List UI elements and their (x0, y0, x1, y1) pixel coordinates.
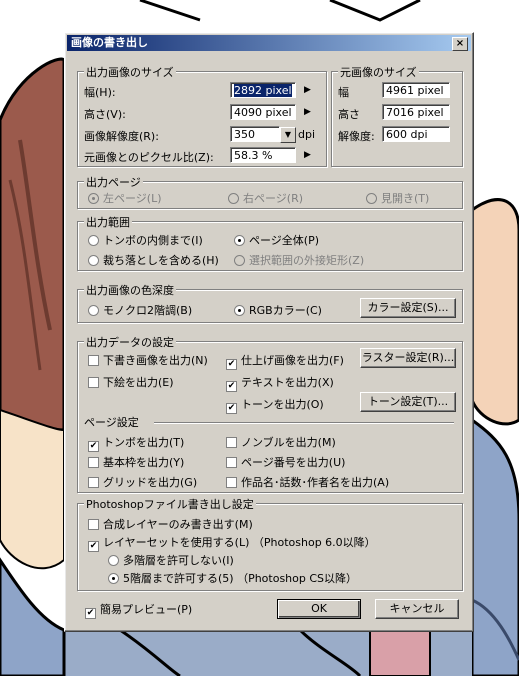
radio-inside-trim[interactable]: トンボの内側まで(I) (88, 232, 203, 248)
source-size-label: 元画像のサイズ (338, 64, 419, 80)
arrow-right-icon[interactable]: ▶ (304, 85, 311, 95)
check-layer-sets[interactable]: ✔ レイヤーセットを使用する(L) （Photoshop 6.0以降） (88, 534, 376, 552)
output-size-label: 出力画像のサイズ (84, 64, 176, 80)
output-width-label: 幅(H): (84, 86, 116, 99)
checkbox-checked-icon: ✔ (226, 403, 237, 414)
arrow-right-icon[interactable]: ▶ (304, 150, 311, 160)
check-draft[interactable]: 下書き画像を出力(N) (88, 352, 208, 368)
output-width-field[interactable]: 2892 pixel (230, 82, 296, 98)
radio-selection-rect[interactable]: 選択範囲の外接矩形(Z) (234, 252, 364, 268)
output-range-group: 出力範囲 トンボの内側まで(I) ページ全体(P) 裁ち落としを含める(H) 選… (77, 214, 463, 271)
dialog-titlebar[interactable]: 画像の書き出し × (67, 35, 471, 51)
cancel-button[interactable]: キャンセル (375, 599, 459, 619)
output-page-label: 出力ページ (84, 174, 143, 190)
source-resolution-value: 600 dpi (382, 126, 450, 142)
checkbox-checked-icon: ✔ (88, 541, 99, 552)
check-finished[interactable]: ✔ 仕上げ画像を出力(F) (226, 352, 344, 370)
output-page-group: 出力ページ 左ページ(L) 右ページ(R) 見開き(T) (77, 174, 463, 209)
output-height-field[interactable]: 4090 pixel (230, 104, 296, 120)
check-text[interactable]: ✔ テキストを出力(X) (226, 374, 334, 392)
check-page-number[interactable]: ページ番号を出力(U) (226, 454, 345, 470)
chevron-down-icon[interactable]: ▼ (280, 127, 296, 143)
check-nombre[interactable]: ノンブルを出力(M) (226, 434, 336, 450)
close-icon: × (455, 38, 465, 49)
raster-settings-button[interactable]: ラスター設定(R)... (360, 348, 456, 368)
source-resolution-label: 解像度: (338, 130, 375, 143)
color-depth-label: 出力画像の色深度 (84, 282, 176, 298)
radio-spread[interactable]: 見開き(T) (366, 190, 429, 206)
pixel-ratio-label: 元画像とのピクセル比(Z): (84, 151, 214, 164)
checkbox-icon (88, 377, 99, 388)
export-image-dialog: 画像の書き出し × 出力画像のサイズ 幅(H): 2892 pixel ▶ 高さ… (64, 32, 474, 632)
close-button[interactable]: × (452, 37, 468, 51)
color-depth-group: 出力画像の色深度 モノクロ2階調(B) RGBカラー(C) カラー設定(S)..… (77, 282, 463, 323)
source-size-group: 元画像のサイズ 幅 4961 pixel 高さ 7016 pixel 解像度: … (331, 64, 463, 167)
divider (154, 422, 454, 424)
output-height-label: 高さ(V): (84, 108, 126, 121)
check-basic-frame[interactable]: 基本枠を出力(Y) (88, 454, 184, 470)
checkbox-icon (88, 519, 99, 530)
radio-icon (234, 235, 245, 246)
radio-icon (228, 193, 239, 204)
output-data-label: 出力データの設定 (84, 334, 176, 350)
pixel-ratio-field[interactable]: 58.3 % (230, 147, 296, 163)
output-size-group: 出力画像のサイズ 幅(H): 2892 pixel ▶ 高さ(V): 4090 … (77, 64, 327, 167)
check-underdrawing[interactable]: 下絵を出力(E) (88, 374, 174, 390)
page-settings-label: ページ設定 (84, 416, 139, 429)
resolution-unit: dpi (298, 128, 316, 141)
arrow-right-icon[interactable]: ▶ (304, 107, 311, 117)
radio-icon (88, 235, 99, 246)
radio-icon (88, 305, 99, 316)
output-resolution-label: 画像解像度(R): (84, 130, 159, 143)
radio-mono[interactable]: モノクロ2階調(B) (88, 302, 192, 318)
source-width-label: 幅 (338, 86, 349, 99)
checkbox-icon (88, 457, 99, 468)
check-tone[interactable]: ✔ トーンを出力(O) (226, 396, 324, 414)
checkbox-checked-icon: ✔ (88, 441, 99, 452)
tone-settings-button[interactable]: トーン設定(T)... (360, 392, 456, 412)
radio-icon (88, 255, 99, 266)
radio-icon (366, 193, 377, 204)
source-width-value: 4961 pixel (382, 82, 450, 98)
radio-five-levels[interactable]: 5階層まで許可する(5) （Photoshop CS以降） (108, 570, 357, 586)
checkbox-icon (88, 355, 99, 366)
radio-right-page[interactable]: 右ページ(R) (228, 190, 303, 206)
output-data-group: 出力データの設定 下書き画像を出力(N) ✔ 仕上げ画像を出力(F) ラスター設定… (77, 334, 463, 493)
check-work-title[interactable]: 作品名･話数･作者名を出力(A) (226, 474, 389, 490)
checkbox-icon (226, 457, 237, 468)
resolution-dropdown[interactable]: 350 (230, 126, 280, 142)
checkbox-checked-icon: ✔ (226, 381, 237, 392)
check-grid[interactable]: グリッドを出力(G) (88, 474, 197, 490)
photoshop-label: Photoshopファイル書き出し設定 (84, 496, 256, 512)
source-height-label: 高さ (338, 108, 360, 121)
radio-rgb[interactable]: RGBカラー(C) (234, 302, 322, 318)
photoshop-group: Photoshopファイル書き出し設定 合成レイヤーのみ書き出す(M) ✔ レイヤ… (77, 496, 463, 591)
check-trim-marks[interactable]: ✔ トンボを出力(T) (88, 434, 184, 452)
radio-left-page[interactable]: 左ページ(L) (88, 190, 162, 206)
radio-icon (234, 255, 245, 266)
color-settings-button[interactable]: カラー設定(S)... (360, 298, 456, 318)
dialog-title: 画像の書き出し (71, 36, 148, 49)
radio-no-multilevel[interactable]: 多階層を許可しない(I) (108, 552, 234, 568)
radio-with-bleed[interactable]: 裁ち落としを含める(H) (88, 252, 219, 268)
checkbox-icon (88, 477, 99, 488)
radio-icon (88, 193, 99, 204)
check-composite-only[interactable]: 合成レイヤーのみ書き出す(M) (88, 516, 253, 532)
check-preview[interactable]: ✔ 簡易プレビュー(P) (85, 601, 192, 619)
checkbox-icon (226, 437, 237, 448)
checkbox-checked-icon: ✔ (85, 608, 96, 619)
radio-icon (108, 555, 119, 566)
source-height-value: 7016 pixel (382, 104, 450, 120)
checkbox-checked-icon: ✔ (226, 359, 237, 370)
radio-icon (234, 305, 245, 316)
radio-whole-page[interactable]: ページ全体(P) (234, 232, 319, 248)
output-range-label: 出力範囲 (84, 214, 132, 230)
checkbox-icon (226, 477, 237, 488)
radio-icon (108, 573, 119, 584)
ok-button[interactable]: OK (277, 599, 361, 619)
